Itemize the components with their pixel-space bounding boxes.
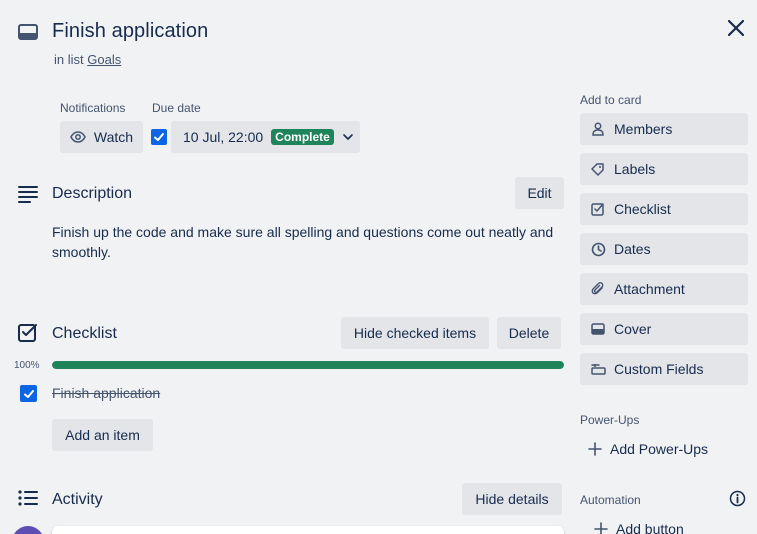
info-icon[interactable] bbox=[729, 490, 746, 507]
custom-fields-label: Custom Fields bbox=[614, 361, 704, 377]
custom-fields-icon bbox=[590, 361, 606, 377]
add-to-card-heading: Add to card bbox=[580, 93, 642, 107]
checklist-label: Checklist bbox=[614, 201, 671, 217]
hide-checked-items-button[interactable]: Hide checked items bbox=[341, 317, 489, 349]
eye-icon bbox=[70, 129, 86, 145]
activity-title: Activity bbox=[52, 491, 103, 508]
progress-percent: 100% bbox=[14, 360, 40, 371]
checklist-icon bbox=[17, 322, 39, 344]
status-badge: Complete bbox=[271, 129, 334, 145]
add-button-button[interactable]: Add button bbox=[580, 513, 748, 534]
cover-icon bbox=[590, 321, 606, 337]
due-date-value: 10 Jul, 22:00 bbox=[183, 129, 264, 145]
avatar bbox=[12, 526, 44, 534]
attachment-button[interactable]: Attachment bbox=[580, 273, 748, 305]
attachment-label: Attachment bbox=[614, 281, 685, 297]
due-date-label: Due date bbox=[152, 101, 201, 115]
description-title: Description bbox=[52, 185, 133, 202]
card-icon bbox=[17, 22, 39, 42]
cover-label: Cover bbox=[614, 321, 652, 337]
chevron-down-icon bbox=[342, 131, 354, 143]
labels-button[interactable]: Labels bbox=[580, 153, 748, 185]
in-list-text: in list Goals bbox=[54, 52, 121, 67]
power-ups-heading: Power-Ups bbox=[580, 413, 640, 427]
members-button[interactable]: Members bbox=[580, 113, 748, 145]
custom-fields-button[interactable]: Custom Fields bbox=[580, 353, 748, 385]
watch-button[interactable]: Watch bbox=[60, 121, 143, 153]
notifications-label: Notifications bbox=[60, 101, 126, 115]
in-list-prefix: in list bbox=[54, 52, 84, 67]
clock-icon bbox=[590, 241, 606, 257]
checklist-icon bbox=[590, 201, 606, 217]
list-link[interactable]: Goals bbox=[87, 52, 121, 67]
members-label: Members bbox=[614, 121, 673, 137]
plus-icon bbox=[594, 522, 608, 534]
comment-input[interactable] bbox=[52, 526, 564, 534]
description-icon bbox=[17, 183, 39, 205]
dates-label: Dates bbox=[614, 241, 651, 257]
due-date-button[interactable]: 10 Jul, 22:00 Complete bbox=[171, 121, 360, 153]
add-power-ups-label: Add Power-Ups bbox=[610, 441, 709, 457]
add-button-label: Add button bbox=[616, 521, 684, 534]
card-title[interactable]: Finish application bbox=[52, 20, 208, 43]
checklist-item-checkbox[interactable] bbox=[20, 385, 37, 402]
close-icon[interactable] bbox=[723, 15, 749, 41]
labels-label: Labels bbox=[614, 161, 656, 177]
due-date-checkbox[interactable] bbox=[151, 129, 167, 145]
watch-label: Watch bbox=[93, 129, 134, 145]
plus-icon bbox=[588, 442, 602, 456]
dates-button[interactable]: Dates bbox=[580, 233, 748, 265]
automation-heading: Automation bbox=[580, 493, 641, 507]
progress-bar-fill bbox=[52, 361, 564, 369]
cover-button[interactable]: Cover bbox=[580, 313, 748, 345]
progress-bar bbox=[52, 361, 564, 369]
description-text[interactable]: Finish up the code and make sure all spe… bbox=[52, 222, 562, 262]
checklist-title[interactable]: Checklist bbox=[52, 325, 117, 343]
add-item-button[interactable]: Add an item bbox=[52, 419, 153, 451]
tag-icon bbox=[590, 161, 606, 177]
activity-icon bbox=[17, 488, 39, 510]
checklist-button[interactable]: Checklist bbox=[580, 193, 748, 225]
checklist-item-text[interactable]: Finish application bbox=[52, 385, 160, 401]
paperclip-icon bbox=[590, 281, 606, 297]
person-icon bbox=[590, 121, 606, 137]
delete-checklist-button[interactable]: Delete bbox=[497, 317, 561, 349]
hide-details-button[interactable]: Hide details bbox=[462, 483, 562, 515]
edit-description-button[interactable]: Edit bbox=[515, 177, 564, 209]
add-power-ups-button[interactable]: Add Power-Ups bbox=[580, 433, 748, 465]
